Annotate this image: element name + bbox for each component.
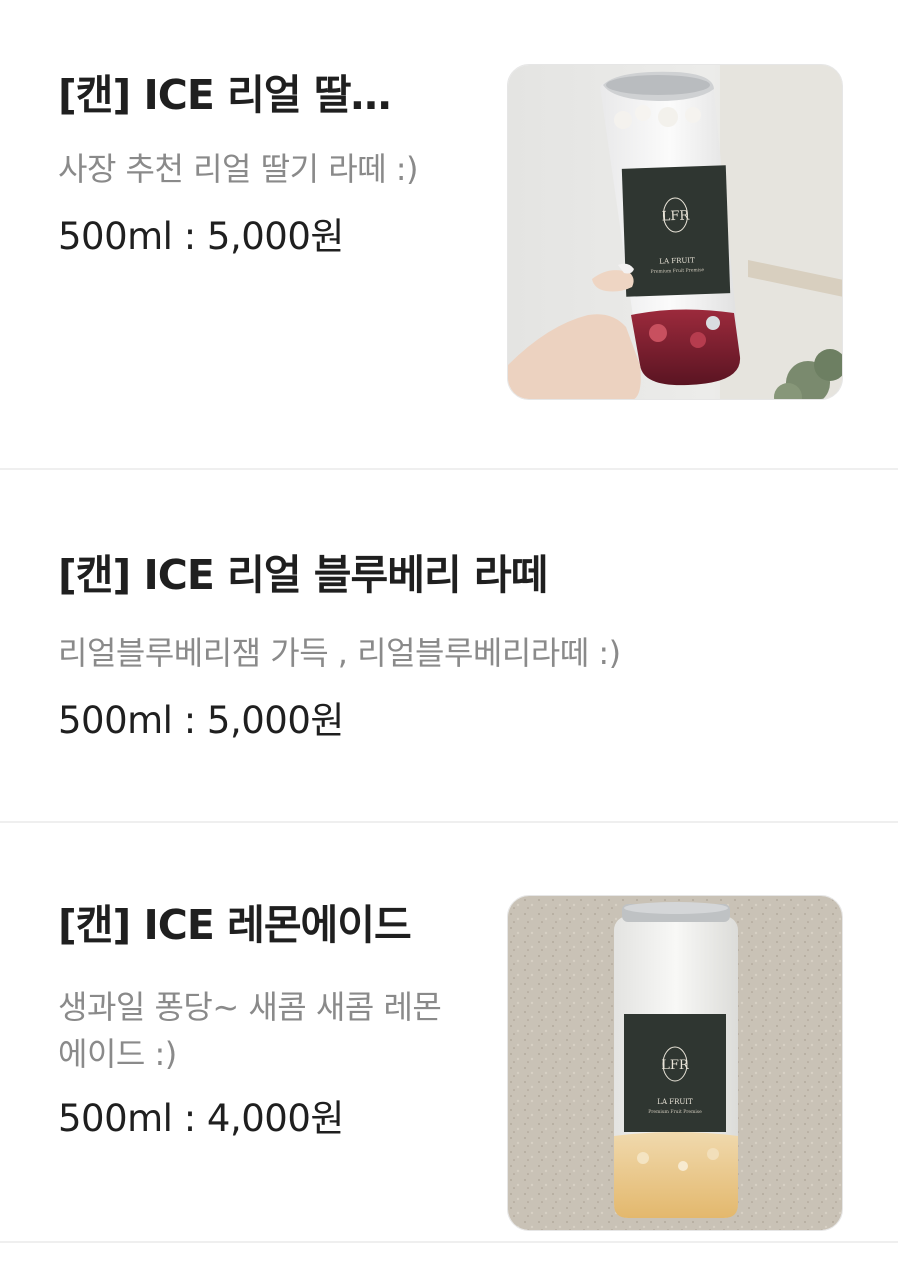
label-monogram: LFR [662, 208, 691, 224]
menu-item-description: 생과일 퐁당~ 새콤 새콤 레몬에이드 :) [58, 988, 442, 1073]
menu-item-text: [캔] ICE 리얼 딸… 사장 추천 리얼 딸기 라떼 :) 500ml : … [58, 70, 448, 260]
menu-item-blueberry-latte[interactable]: [캔] ICE 리얼 블루베리 라떼 리얼블루베리잼 가득 , 리얼블루베리라떼… [0, 470, 898, 823]
label-monogram: LFR [661, 1058, 690, 1073]
menu-item-price: 500ml : 4,000원 [58, 1097, 344, 1140]
label-brand-name: LA FRUIT [659, 256, 695, 265]
label-brand-name: LA FRUIT [657, 1098, 693, 1106]
menu-item-description: 사장 추천 리얼 딸기 라떼 :) [58, 150, 419, 188]
menu-item-image[interactable]: LFR LA FRUIT Premium Fruit Premise [507, 64, 843, 400]
menu-item-title: [캔] ICE 리얼 블루베리 라떼 [58, 551, 548, 599]
label-tagline: Premium Fruit Premise [648, 1109, 702, 1115]
menu-item-text: [캔] ICE 레몬에이드 생과일 퐁당~ 새콤 새콤 레몬에이드 :) 500… [58, 900, 463, 1142]
menu-item-description: 리얼블루베리잼 가득 , 리얼블루베리라떼 :) [58, 634, 621, 672]
menu-item-strawberry-latte[interactable]: [캔] ICE 리얼 딸… 사장 추천 리얼 딸기 라떼 :) 500ml : … [0, 0, 898, 470]
menu-item-price: 500ml : 5,000원 [58, 215, 344, 258]
menu-item-title: [캔] ICE 레몬에이드 [58, 901, 412, 949]
menu-item-text: [캔] ICE 리얼 블루베리 라떼 리얼블루베리잼 가득 , 리얼블루베리라떼… [58, 550, 818, 744]
menu-item-price: 500ml : 5,000원 [58, 699, 344, 742]
menu-item-lemonade[interactable]: [캔] ICE 레몬에이드 생과일 퐁당~ 새콤 새콤 레몬에이드 :) 500… [0, 823, 898, 1243]
menu-item-title: [캔] ICE 리얼 딸… [58, 71, 392, 119]
menu-item-image[interactable]: LFR LA FRUIT Premium Fruit Premise [507, 895, 843, 1231]
